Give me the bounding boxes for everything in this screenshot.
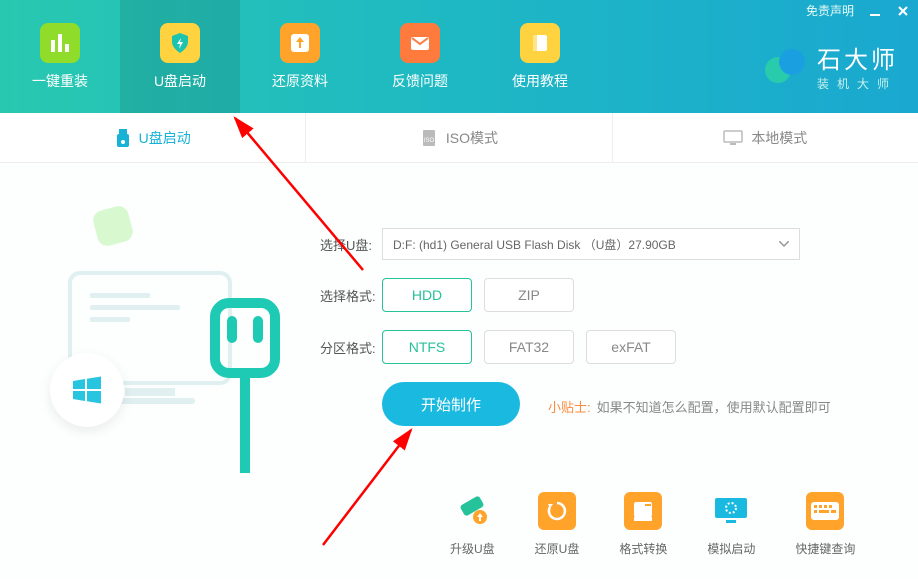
select-value: D:F: (hd1) General USB Flash Disk （U盘）27… bbox=[393, 236, 676, 253]
tool-label: 升级U盘 bbox=[450, 540, 495, 557]
iso-file-icon: ISO bbox=[420, 129, 438, 147]
tool-upgrade-usb[interactable]: 升级U盘 bbox=[450, 492, 495, 557]
tool-shortcut-query[interactable]: 快捷键查询 bbox=[795, 492, 855, 557]
tool-restore-usb[interactable]: 还原U盘 bbox=[535, 492, 580, 557]
disk-icon bbox=[624, 492, 662, 530]
monitor-gear-icon bbox=[712, 492, 750, 530]
label-partition: 分区格式: bbox=[320, 338, 382, 357]
tab-label: U盘启动 bbox=[139, 128, 191, 148]
tool-label: 模拟启动 bbox=[707, 540, 755, 557]
restore-icon bbox=[538, 492, 576, 530]
start-button[interactable]: 开始制作 bbox=[382, 382, 520, 426]
nav-label: 一键重装 bbox=[32, 71, 88, 91]
mail-icon bbox=[400, 23, 440, 63]
option-zip[interactable]: ZIP bbox=[484, 278, 574, 312]
windows-logo-icon bbox=[50, 353, 124, 427]
brand-title: 石大师 bbox=[817, 40, 898, 75]
tool-label: 还原U盘 bbox=[535, 540, 580, 557]
main-content: 选择U盘: D:F: (hd1) General USB Flash Disk … bbox=[0, 163, 918, 579]
bar-chart-icon bbox=[40, 23, 80, 63]
nav-tutorial[interactable]: 使用教程 bbox=[480, 0, 600, 113]
label-format: 选择格式: bbox=[320, 286, 382, 305]
nav-label: 使用教程 bbox=[512, 71, 568, 91]
chevron-down-icon bbox=[779, 241, 789, 247]
close-button[interactable] bbox=[896, 4, 910, 18]
window-controls: 免责声明 bbox=[806, 2, 910, 19]
tab-usb-boot[interactable]: U盘启动 bbox=[0, 113, 305, 162]
tab-label: ISO模式 bbox=[446, 128, 498, 148]
nav-one-click-reinstall[interactable]: 一键重装 bbox=[0, 0, 120, 113]
nav-usb-boot[interactable]: U盘启动 bbox=[120, 0, 240, 113]
option-fat32[interactable]: FAT32 bbox=[484, 330, 574, 364]
tip-label: 小贴士: bbox=[548, 397, 591, 416]
minimize-button[interactable] bbox=[868, 4, 882, 18]
decorative-illustration bbox=[50, 193, 280, 473]
nav-label: 还原资料 bbox=[272, 71, 328, 91]
brand-subtitle: 装机大师 bbox=[817, 75, 898, 92]
brand: 石大师 装机大师 bbox=[763, 40, 898, 92]
option-exfat[interactable]: exFAT bbox=[586, 330, 676, 364]
option-hdd[interactable]: HDD bbox=[382, 278, 472, 312]
keyboard-icon bbox=[806, 492, 844, 530]
usb-drive-select[interactable]: D:F: (hd1) General USB Flash Disk （U盘）27… bbox=[382, 228, 800, 260]
usb-stick-icon bbox=[115, 129, 131, 147]
nav-label: U盘启动 bbox=[154, 71, 206, 91]
tip-text: 如果不知道怎么配置，使用默认配置即可 bbox=[597, 397, 831, 416]
upload-box-icon bbox=[280, 23, 320, 63]
usb-upgrade-icon bbox=[453, 492, 491, 530]
tab-label: 本地模式 bbox=[751, 128, 807, 148]
tool-label: 格式转换 bbox=[619, 540, 667, 557]
app-header: 一键重装 U盘启动 还原资料 反馈问题 使用教程 免责声明 石大师 bbox=[0, 0, 918, 113]
nav-feedback[interactable]: 反馈问题 bbox=[360, 0, 480, 113]
brand-logo-icon bbox=[763, 44, 807, 88]
nav-restore-data[interactable]: 还原资料 bbox=[240, 0, 360, 113]
sub-tabs: U盘启动 ISO ISO模式 本地模式 bbox=[0, 113, 918, 163]
tool-label: 快捷键查询 bbox=[795, 540, 855, 557]
nav-label: 反馈问题 bbox=[392, 71, 448, 91]
tab-local-mode[interactable]: 本地模式 bbox=[612, 113, 918, 162]
tab-iso-mode[interactable]: ISO ISO模式 bbox=[305, 113, 611, 162]
bottom-toolbar: 升级U盘 还原U盘 格式转换 模拟启动 快捷键查 bbox=[450, 492, 855, 557]
option-ntfs[interactable]: NTFS bbox=[382, 330, 472, 364]
tool-convert-format[interactable]: 格式转换 bbox=[619, 492, 667, 557]
monitor-icon bbox=[723, 130, 743, 146]
usb-form: 选择U盘: D:F: (hd1) General USB Flash Disk … bbox=[320, 228, 860, 444]
shield-bolt-icon bbox=[160, 23, 200, 63]
svg-text:ISO: ISO bbox=[424, 138, 435, 144]
disclaimer-link[interactable]: 免责声明 bbox=[806, 2, 854, 19]
label-select-usb: 选择U盘: bbox=[320, 235, 382, 254]
tool-simulate-boot[interactable]: 模拟启动 bbox=[707, 492, 755, 557]
book-icon bbox=[520, 23, 560, 63]
